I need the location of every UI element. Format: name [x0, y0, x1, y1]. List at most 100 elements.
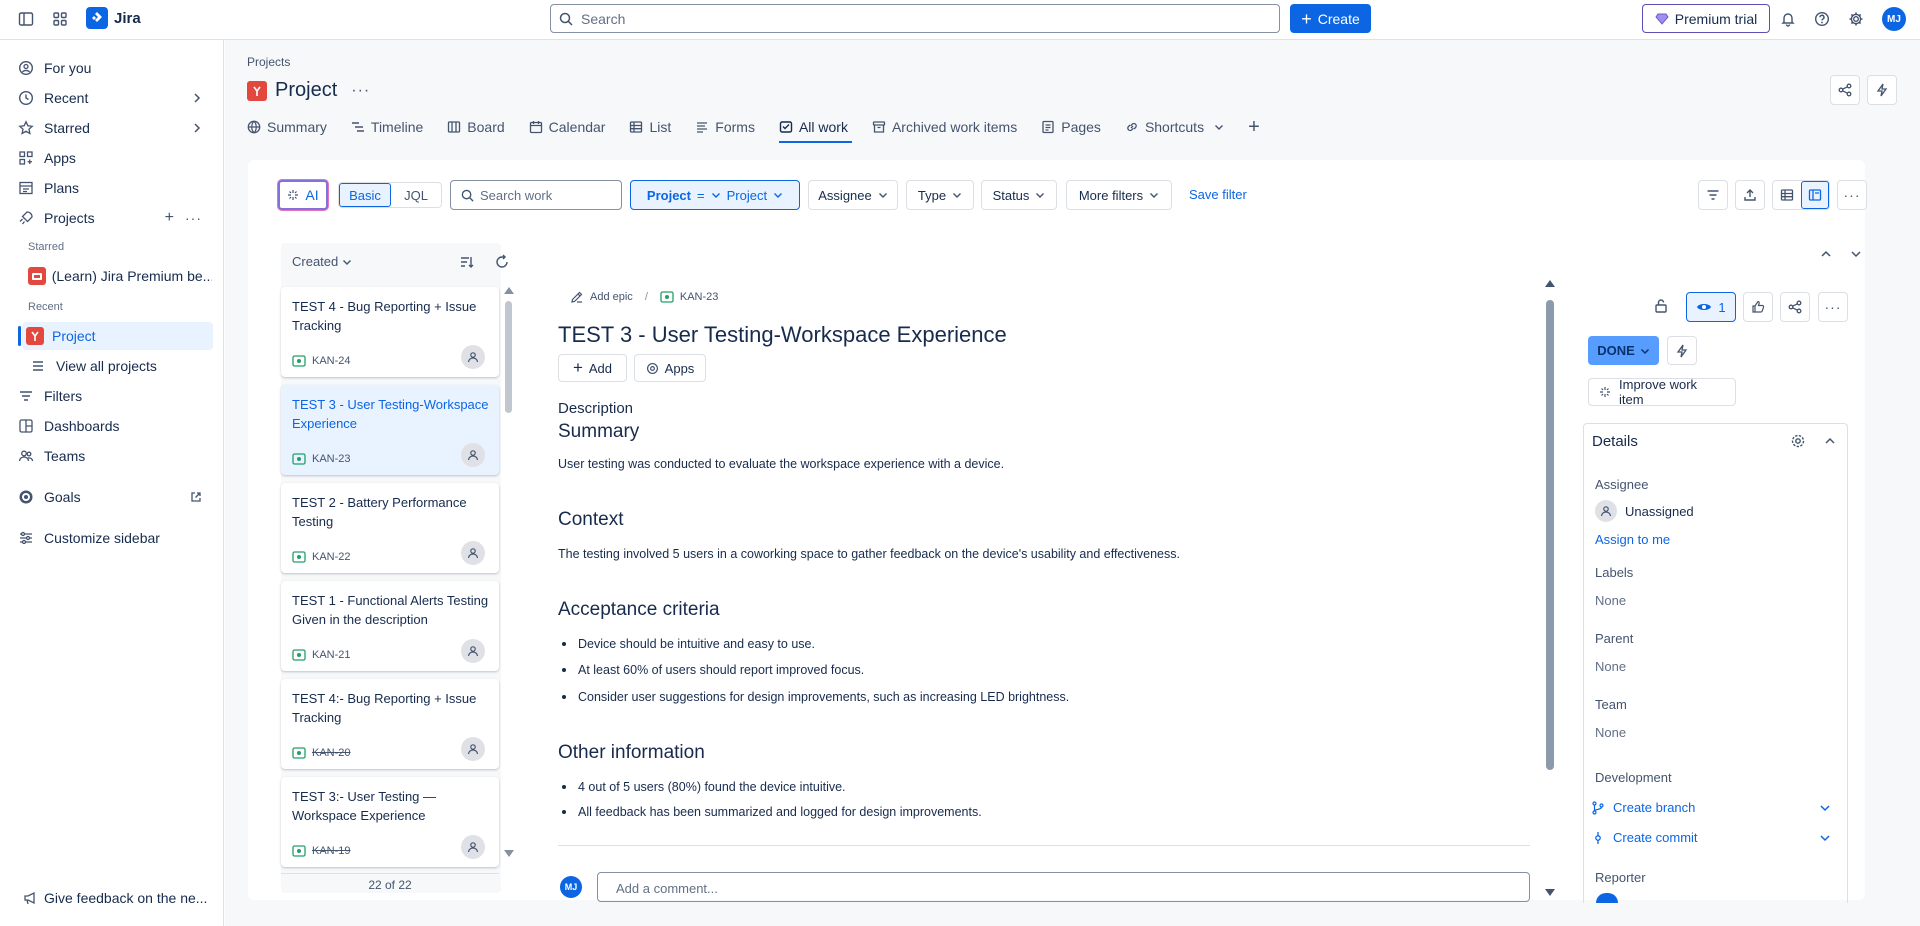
automation-lightning-icon[interactable] [1867, 75, 1897, 105]
list-item[interactable]: TEST 2 - Battery Performance Testing KAN-… [281, 483, 499, 573]
export-upload-icon[interactable] [1735, 180, 1765, 210]
list-item[interactable]: TEST 3 - User Testing-Workspace Experien… [281, 385, 499, 475]
list-scroll-thumb[interactable] [505, 301, 512, 413]
more-dots-icon[interactable]: ··· [185, 210, 202, 226]
assignee-filter[interactable]: Assignee [808, 180, 898, 210]
detail-view-icon[interactable] [1801, 181, 1829, 209]
tab-list[interactable]: List [629, 113, 681, 141]
status-filter[interactable]: Status [981, 180, 1057, 210]
tab-all-work[interactable]: All work [778, 113, 858, 143]
type-filter[interactable]: Type [906, 180, 974, 210]
sidebar-item-apps[interactable]: Apps [16, 144, 212, 172]
breadcrumb[interactable]: Projects [247, 55, 290, 69]
improve-work-item-button[interactable]: Improve work item [1588, 377, 1736, 407]
sidebar-item-teams[interactable]: Teams [16, 442, 212, 470]
create-branch-row[interactable]: Create branch [1591, 800, 1831, 815]
like-thumbs-up-icon[interactable] [1743, 292, 1773, 322]
add-project-plus-icon[interactable]: + [165, 209, 174, 227]
automation-lightning-icon[interactable] [1667, 336, 1697, 365]
settings-gear-icon[interactable] [1842, 5, 1870, 33]
more-options-icon[interactable]: ··· [1818, 292, 1848, 322]
watchers-button[interactable]: 1 [1686, 292, 1736, 322]
unlock-icon[interactable] [1653, 298, 1669, 314]
chevron-down-icon[interactable] [1819, 802, 1831, 814]
share-icon[interactable] [1780, 292, 1810, 322]
list-item[interactable]: TEST 3:- User Testing — Workspace Experi… [281, 777, 499, 867]
list-item[interactable]: TEST 4:- Bug Reporting + Issue Tracking K… [281, 679, 499, 769]
sidebar-item-customize[interactable]: Customize sidebar [16, 524, 212, 552]
create-button[interactable]: + Create [1290, 4, 1371, 33]
sidebar-item-projects[interactable]: Projects + ··· [16, 204, 212, 232]
tab-shortcuts[interactable]: Shortcuts [1125, 113, 1234, 141]
assign-to-me-link[interactable]: Assign to me [1595, 532, 1670, 547]
add-epic-link[interactable]: Add epic [590, 291, 633, 303]
scroll-down-arrow-icon[interactable] [1545, 889, 1555, 896]
tab-calendar[interactable]: Calendar [529, 113, 616, 141]
details-settings-gear-icon[interactable] [1790, 433, 1806, 449]
tab-forms[interactable]: Forms [695, 113, 765, 141]
scroll-up-arrow-icon[interactable] [504, 287, 514, 294]
ai-filter-button[interactable]: AI [278, 180, 328, 210]
search-work-input[interactable]: Search work [450, 180, 622, 210]
jira-logo[interactable]: Jira [86, 7, 141, 29]
notifications-bell-icon[interactable] [1774, 5, 1802, 33]
sidebar-item-dashboards[interactable]: Dashboards [16, 412, 212, 440]
sidebar-item-for-you[interactable]: For you [16, 54, 212, 82]
team-value[interactable]: None [1595, 725, 1626, 740]
list-item[interactable]: TEST 1 - Functional Alerts Testing Given… [281, 581, 499, 671]
more-options-icon[interactable]: ··· [1837, 180, 1867, 210]
project-more-icon[interactable]: ··· [351, 82, 370, 100]
parent-value[interactable]: None [1595, 659, 1626, 674]
sidebar-item-recent[interactable]: Recent [16, 84, 212, 112]
tab-summary[interactable]: Summary [247, 113, 337, 141]
chevron-down-icon[interactable] [1850, 248, 1862, 260]
global-search-input[interactable]: Search [550, 4, 1280, 33]
tab-pages[interactable]: Pages [1041, 113, 1111, 141]
work-item-key-link[interactable]: KAN-23 [680, 291, 719, 303]
apps-button[interactable]: Apps [634, 354, 706, 382]
assignee-field[interactable]: Unassigned [1595, 500, 1694, 522]
refresh-icon[interactable] [494, 254, 510, 270]
collapse-chevron-up-icon[interactable] [1824, 435, 1836, 447]
add-button[interactable]: + Add [558, 354, 627, 382]
project-filter-chip[interactable]: Project = Project [630, 180, 800, 210]
create-commit-row[interactable]: Create commit [1591, 830, 1831, 845]
scroll-down-arrow-icon[interactable] [504, 850, 514, 857]
sidebar-item-starred[interactable]: Starred [16, 114, 212, 142]
sidebar-item-goals[interactable]: Goals [16, 483, 212, 511]
sort-filter-icon[interactable] [1698, 180, 1728, 210]
tab-board[interactable]: Board [447, 113, 514, 141]
scroll-up-arrow-icon[interactable] [1545, 280, 1555, 287]
give-feedback-button[interactable]: Give feedback on the ne... [22, 884, 218, 912]
sidebar-item-filters[interactable]: Filters [16, 382, 212, 410]
tab-archived[interactable]: Archived work items [872, 113, 1027, 141]
sort-created-dropdown[interactable]: Created [292, 254, 352, 269]
labels-value[interactable]: None [1595, 593, 1626, 608]
list-view-icon[interactable] [1773, 181, 1801, 209]
chevron-down-icon[interactable] [1819, 832, 1831, 844]
sort-order-icon[interactable] [459, 254, 475, 270]
user-avatar[interactable]: MJ [1882, 7, 1906, 31]
sidebar-item-view-all-projects[interactable]: View all projects [28, 352, 212, 380]
status-dropdown-button[interactable]: DONE [1588, 336, 1659, 365]
sidebar-toggle-icon[interactable] [12, 5, 40, 33]
create-branch-link[interactable]: Create branch [1613, 800, 1695, 815]
sidebar-item-plans[interactable]: Plans [16, 174, 212, 202]
comment-input[interactable]: Add a comment... [597, 872, 1530, 902]
list-item[interactable]: TEST 4 - Bug Reporting + Issue Tracking K… [281, 287, 499, 377]
save-filter-link[interactable]: Save filter [1189, 187, 1247, 202]
sidebar-item-project[interactable]: Project [18, 322, 213, 350]
help-icon[interactable] [1808, 5, 1836, 33]
add-tab-plus-icon[interactable]: + [1248, 113, 1270, 141]
list-scrollbar[interactable] [504, 287, 514, 857]
basic-mode-button[interactable]: Basic [339, 183, 391, 207]
app-switcher-icon[interactable] [46, 5, 74, 33]
work-item-title[interactable]: TEST 3 - User Testing-Workspace Experien… [558, 322, 1007, 348]
detail-scrollbar[interactable] [1545, 280, 1555, 896]
tab-timeline[interactable]: Timeline [351, 113, 433, 141]
create-commit-link[interactable]: Create commit [1613, 830, 1698, 845]
detail-scroll-thumb[interactable] [1546, 300, 1554, 770]
chevron-up-icon[interactable] [1820, 248, 1832, 260]
jql-mode-button[interactable]: JQL [391, 183, 441, 207]
sidebar-item-starred-project[interactable]: (Learn) Jira Premium be... [28, 262, 212, 290]
